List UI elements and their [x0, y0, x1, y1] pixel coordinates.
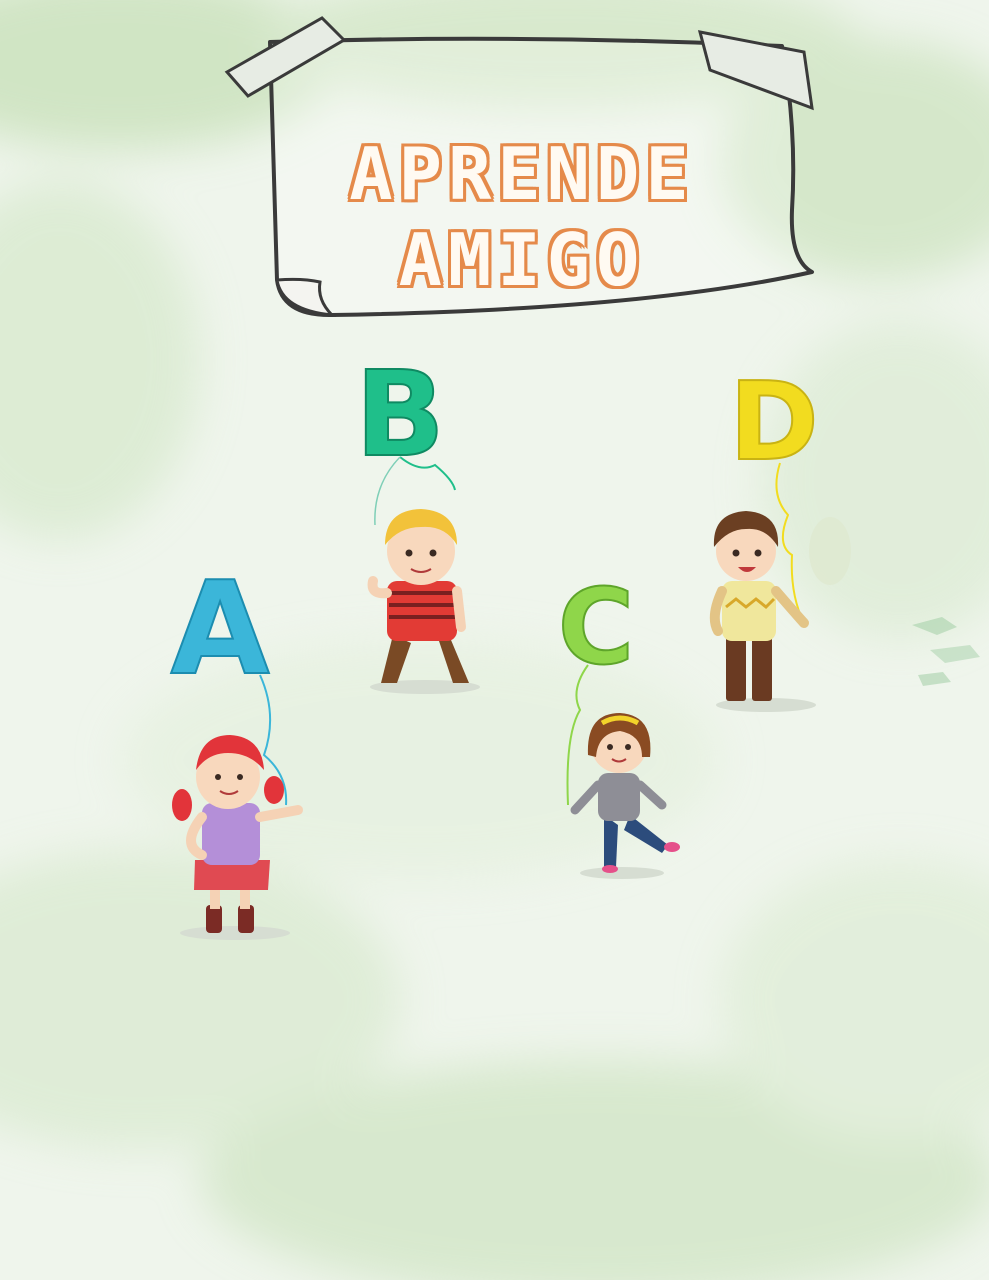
boy-brown-hair-icon [709, 511, 816, 712]
girl-brown-hair-icon [570, 713, 680, 879]
title-line-2: AMIGO [398, 218, 646, 302]
title-sign: APRENDE AMIGO [222, 10, 822, 325]
title-line-1: APRENDE [349, 132, 695, 216]
girl-red-hair-icon [172, 735, 303, 940]
balloon-letter-d: D [729, 360, 819, 485]
kid-balloon-b[interactable]: B [345, 344, 485, 700]
faded-balloon-icon [809, 517, 851, 585]
kid-balloon-c[interactable]: C [550, 565, 685, 885]
kid-balloon-a[interactable]: A [160, 554, 305, 945]
balloon-letter-a: A [170, 555, 269, 704]
boy-blond-hair-icon [367, 509, 480, 694]
kid-balloon-d[interactable]: D [700, 355, 851, 715]
balloon-letter-b: B [355, 345, 445, 483]
balloon-letter-c: C [558, 566, 634, 688]
